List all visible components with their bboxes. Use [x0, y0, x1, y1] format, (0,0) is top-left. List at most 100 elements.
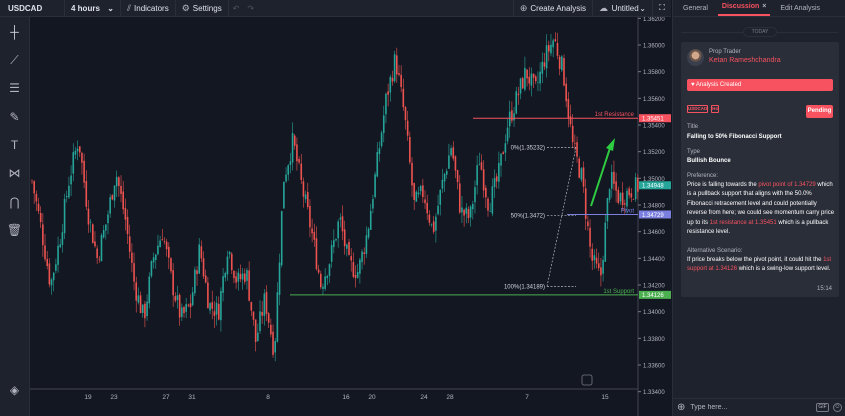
candle-body — [159, 240, 161, 248]
candle-body — [89, 221, 92, 223]
candle-body — [606, 198, 609, 222]
candle-body — [435, 216, 437, 231]
candle-body — [554, 39, 557, 42]
candle-body — [552, 40, 554, 48]
price-tick-label: 1.34400 — [643, 257, 665, 263]
candle-body — [209, 303, 211, 311]
candle-body — [356, 271, 359, 278]
candle-body — [574, 143, 576, 144]
pattern-icon: ⋈ — [8, 166, 21, 180]
fib-tool[interactable]: ☰ — [0, 75, 29, 101]
pattern-tool[interactable]: ⋈ — [0, 160, 29, 186]
tab-general[interactable]: General — [679, 5, 712, 16]
candle-body — [359, 259, 361, 274]
interval-selector[interactable]: 4 hours ⌄ — [65, 0, 121, 17]
candle-body — [389, 76, 392, 93]
settings-label: Settings — [192, 3, 222, 13]
candle-body — [558, 56, 561, 70]
layout-selector[interactable]: ☁ Untitled ⌄ — [593, 0, 653, 17]
candle-body — [472, 203, 474, 210]
candle-body — [261, 311, 263, 316]
candle-body — [107, 214, 109, 224]
candle-body — [270, 324, 272, 335]
candle-body — [513, 113, 515, 121]
candle-body — [118, 177, 120, 186]
magnet-tool[interactable]: ⋂ — [0, 189, 29, 215]
candle-body — [57, 245, 59, 265]
candle-body — [59, 244, 62, 248]
candle-body — [105, 224, 107, 231]
candle-body — [68, 185, 70, 198]
candle-body — [61, 232, 64, 245]
candle-body — [604, 222, 607, 262]
candle-body — [257, 332, 259, 341]
candle-body — [561, 56, 563, 71]
tab-edit-analysis[interactable]: Edit Analysis — [776, 5, 824, 16]
text-icon: T — [10, 138, 19, 152]
candle-body — [419, 186, 422, 192]
emoji-icon[interactable]: ☺ — [833, 403, 842, 412]
candle-body — [235, 276, 237, 283]
price-tick-label: 1.35200 — [643, 150, 665, 156]
candle-body — [170, 258, 172, 272]
candle-body — [196, 270, 198, 275]
candle-body — [252, 311, 255, 320]
time-tick-label: 28 — [446, 394, 454, 401]
candle-body — [495, 176, 498, 182]
candle-body — [109, 197, 111, 214]
author-name[interactable]: Ketan Rameshchandra — [709, 57, 781, 64]
text-tool[interactable]: T — [0, 132, 29, 158]
candle-body — [85, 181, 88, 207]
candle-body — [498, 163, 500, 182]
candle-body — [543, 62, 546, 67]
candle-body — [406, 120, 409, 136]
gif-button[interactable]: GIF — [816, 403, 829, 412]
brush-tool[interactable]: ✎ — [0, 104, 29, 130]
candle-body — [487, 198, 489, 211]
chart-svg[interactable]: 1st Resistance 1.35451 Pivot 1.34729 1st Sup… — [30, 17, 671, 416]
delete-drawings-button[interactable]: 🗑 — [0, 217, 29, 243]
candle-body — [311, 228, 313, 234]
add-attachment-icon[interactable]: ⊕ — [677, 402, 685, 413]
symbol-selector[interactable]: USDCAD — [0, 0, 65, 17]
status-text: Analysis Created — [695, 82, 742, 88]
candle-body — [424, 199, 426, 204]
candle-body — [382, 115, 385, 134]
fib-level-label: 100%(1.34189) — [504, 284, 545, 290]
indicators-button[interactable]: ⫽ Indicators — [121, 0, 176, 17]
message-input[interactable] — [690, 404, 816, 411]
candle-body — [31, 180, 33, 182]
message-input-bar: ⊕ GIF ☺ — [673, 398, 845, 416]
candle-body — [194, 269, 196, 294]
object-tree-button[interactable]: ◈ — [0, 377, 29, 403]
candle-body — [39, 213, 42, 223]
candle-body — [450, 148, 452, 156]
create-analysis-button[interactable]: ⊕ Create Analysis — [512, 0, 593, 17]
candle-body — [545, 45, 548, 69]
fullscreen-button[interactable]: ⛶ — [653, 0, 671, 17]
settings-button[interactable]: ⚙ Settings — [176, 0, 229, 17]
candle-body — [259, 311, 261, 332]
crosshair-tool[interactable]: ┼ — [0, 19, 29, 45]
candle-body — [163, 241, 166, 242]
candle-body — [141, 304, 144, 313]
close-icon[interactable]: × — [762, 3, 766, 10]
redo-button[interactable]: ↷ — [243, 0, 258, 17]
candle-body — [52, 272, 55, 281]
candle-body — [113, 185, 116, 201]
candle-body — [161, 239, 164, 241]
undo-button[interactable]: ↶ — [229, 0, 244, 17]
candle-body — [489, 211, 491, 212]
price-chart[interactable]: 1st Resistance 1.35451 Pivot 1.34729 1st Sup… — [30, 17, 671, 416]
candle-body — [226, 256, 229, 275]
trend-line-tool[interactable]: ⟋ — [0, 47, 29, 73]
time-tick-label: 20 — [368, 394, 376, 401]
candle-body — [417, 192, 420, 195]
candle-body — [115, 176, 118, 187]
candle-body — [476, 165, 478, 186]
candle-body — [556, 42, 559, 56]
tab-discussion[interactable]: Discussion × — [717, 3, 771, 16]
candle-body — [165, 241, 168, 250]
price-tick-label: 1.34000 — [643, 310, 665, 316]
candle-body — [628, 188, 630, 196]
